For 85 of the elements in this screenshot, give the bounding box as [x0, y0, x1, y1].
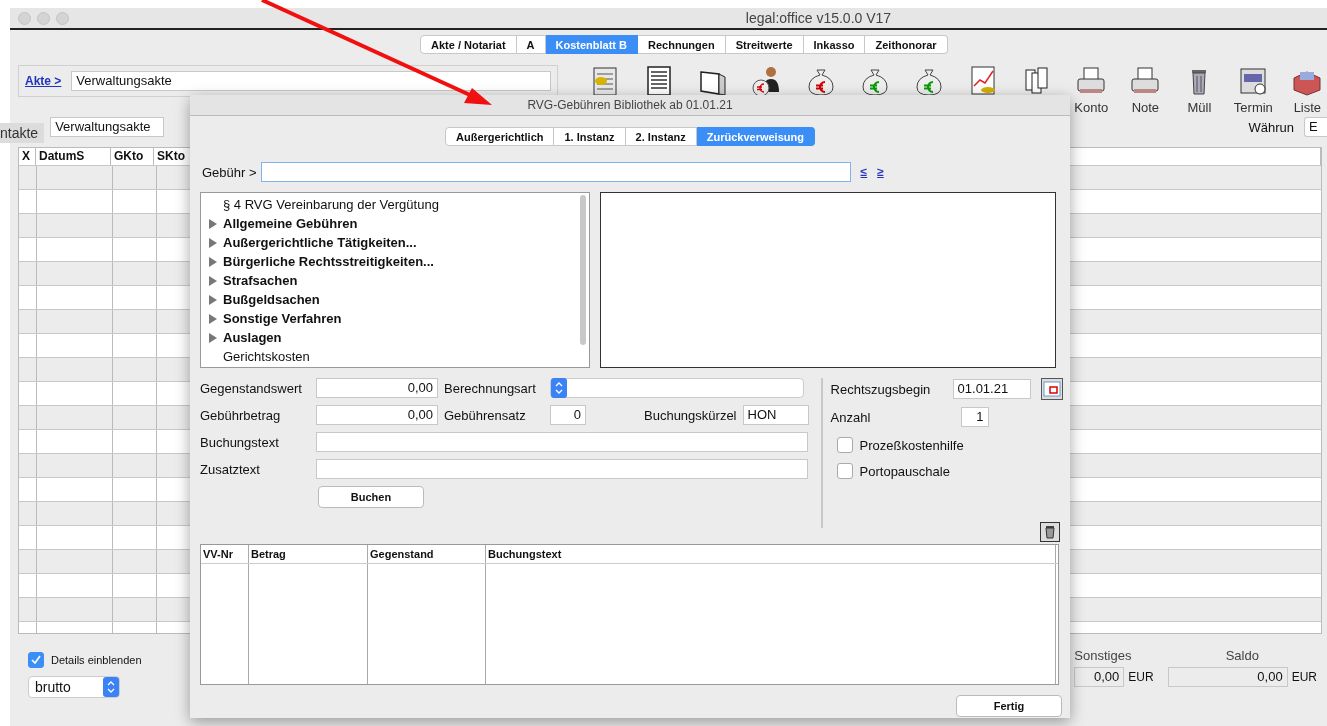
disclosure-triangle-icon[interactable]: [209, 275, 217, 286]
checkbox-label: Portopauschale: [859, 463, 950, 479]
tree-item[interactable]: Strafsachen: [201, 271, 589, 290]
total-label: Sonstiges: [1074, 648, 1133, 663]
disclosure-triangle-icon[interactable]: [209, 218, 217, 229]
disclosure-triangle-icon[interactable]: [209, 313, 217, 324]
fee-label: Gebühr >: [202, 164, 257, 180]
field-label: Gebührbetrag: [200, 407, 282, 423]
column-header[interactable]: VV-Nr: [201, 545, 249, 563]
tree-item[interactable]: Bürgerliche Rechtsstreitigkeiten...: [201, 252, 589, 271]
rate-field[interactable]: 0: [550, 405, 586, 425]
tree-item[interactable]: § 4 RVG Vereinbarung der Vergütung: [201, 195, 589, 214]
tab[interactable]: A: [516, 35, 546, 54]
field-label: Buchungstext: [200, 434, 280, 450]
checkbox-label: Prozeßkostenhilfe: [859, 437, 964, 453]
disclosure-triangle-icon[interactable]: [209, 294, 217, 305]
tab[interactable]: Außergerichtlich: [445, 127, 555, 146]
count-field[interactable]: 1: [960, 407, 989, 427]
currency-label: Währun: [1248, 119, 1294, 135]
currency-unit: EUR: [1128, 670, 1154, 684]
column-header[interactable]: Betrag: [249, 545, 368, 563]
disclosure-triangle-icon[interactable]: [209, 256, 217, 267]
tab[interactable]: Akte / Notariat: [420, 35, 517, 54]
tab[interactable]: 1. Instanz: [554, 127, 626, 146]
checkbox[interactable]: [28, 652, 44, 668]
file-field[interactable]: Verwaltungsakte: [71, 71, 552, 91]
checkbox-label: Details einblenden: [51, 654, 142, 666]
field-label: Zusatztext: [200, 461, 261, 477]
toolbar-label: Müll: [1187, 100, 1212, 115]
field-label: Buchungskürzel: [644, 407, 737, 423]
tree-item[interactable]: Außergerichtliche Tätigkeiten...: [201, 233, 589, 252]
text-field[interactable]: [316, 459, 808, 479]
tree-item[interactable]: Bußgeldsachen: [201, 290, 589, 309]
fee-search-field[interactable]: [260, 162, 851, 182]
toolbar-label: Termin: [1233, 100, 1273, 115]
field-label: Anzahl: [830, 409, 872, 425]
toolbar-label: Liste: [1293, 100, 1322, 115]
column-header[interactable]: Buchungstext: [486, 545, 1056, 563]
tab[interactable]: Zeithonorar: [865, 35, 948, 54]
nav-link[interactable]: ≤: [860, 165, 868, 179]
column-header[interactable]: Gegenstand: [368, 545, 486, 563]
text-field[interactable]: [316, 432, 808, 452]
side-tab[interactable]: ntakte: [0, 123, 45, 143]
select-arrows-icon: [551, 378, 567, 398]
field-label: Berechnungsart: [444, 380, 537, 396]
amount-field[interactable]: 0,00: [316, 405, 438, 425]
disclosure-triangle-icon[interactable]: [209, 237, 217, 248]
nav-link[interactable]: ≥: [877, 165, 884, 179]
currency-field[interactable]: E: [1304, 117, 1327, 137]
window-title: legal:office v15.0.0 V17: [744, 10, 893, 26]
calculation-select[interactable]: [550, 378, 804, 398]
scrollbar[interactable]: [580, 195, 586, 345]
toolbar-label: Note: [1131, 100, 1160, 115]
code-field[interactable]: HON: [742, 405, 809, 425]
dialog-title: RVG-Gebühren Bibliothek ab 01.01.21: [527, 98, 733, 112]
tree-item[interactable]: Auslagen: [201, 328, 589, 347]
file-field[interactable]: Verwaltungsakte: [50, 117, 165, 137]
checkbox[interactable]: [836, 437, 853, 453]
book-button[interactable]: Buchen: [318, 486, 424, 508]
trash-icon[interactable]: [1040, 522, 1060, 542]
tab[interactable]: Rechnungen: [638, 35, 726, 54]
tab[interactable]: Streitwerte: [725, 35, 804, 54]
field-label: Gebührensatz: [444, 407, 527, 423]
disclosure-triangle-icon[interactable]: [209, 332, 217, 343]
currency-unit: EUR: [1291, 670, 1317, 684]
column-header[interactable]: DatumS: [36, 148, 111, 165]
field-label: Rechtszugsbegin: [830, 381, 932, 397]
column-header[interactable]: GKto: [111, 148, 154, 165]
file-link[interactable]: Akte >: [25, 74, 62, 88]
done-button[interactable]: Fertig: [956, 695, 1062, 717]
tree-item[interactable]: Gerichtskosten: [201, 347, 589, 366]
total-label: Saldo: [1224, 648, 1260, 663]
calendar-icon[interactable]: [1040, 378, 1063, 400]
column-header[interactable]: X: [19, 148, 36, 165]
tab[interactable]: Inkasso: [803, 35, 866, 54]
checkbox[interactable]: [836, 463, 853, 479]
toolbar-label: Konto: [1074, 100, 1109, 115]
total-field: 0,00: [1074, 667, 1125, 687]
mode-select[interactable]: brutto: [28, 676, 120, 698]
total-field: 0,00: [1167, 667, 1288, 687]
amount-field[interactable]: 0,00: [316, 378, 438, 398]
select-arrows-icon: [103, 677, 119, 697]
date-field[interactable]: 01.01.21: [952, 379, 1031, 399]
field-label: Gegenstandswert: [200, 380, 303, 396]
tab[interactable]: 2. Instanz: [625, 127, 697, 146]
